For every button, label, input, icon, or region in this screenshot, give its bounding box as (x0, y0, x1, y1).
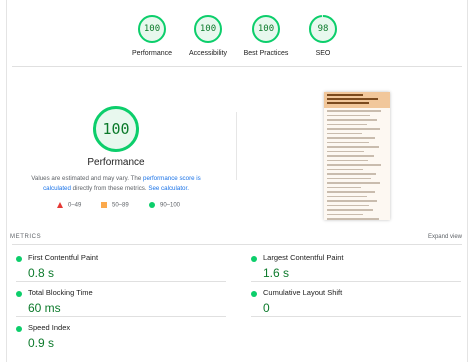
legend-fail-label: 0–49 (68, 202, 82, 209)
expand-view-button[interactable]: Expand view (428, 234, 462, 240)
pass-circle-icon (251, 256, 257, 262)
calculator-link[interactable]: See calculator. (148, 185, 189, 192)
performance-big-gauge: 100 (92, 105, 140, 153)
metric-rule (16, 281, 226, 282)
seo-gauge: 98 (308, 14, 338, 44)
thumbnail-header (324, 92, 390, 108)
gauge-score: 98 (317, 24, 329, 34)
score-disclaimer: Values are estimated and may vary. The p… (22, 174, 210, 194)
legend-average: 50–89 (101, 202, 129, 209)
summary-seo[interactable]: 98 SEO (286, 14, 360, 57)
performance-gauge: 100 (137, 14, 167, 44)
gauge-score: 100 (199, 24, 217, 34)
metric-rule (251, 281, 461, 282)
performance-title: Performance (87, 157, 145, 168)
square-icon (101, 202, 107, 208)
metric-label: First Contentful Paint (28, 253, 99, 262)
metric-value: 0 (263, 301, 270, 315)
legend-pass: 90–100 (149, 202, 180, 209)
vertical-separator (236, 112, 237, 180)
metric-label: Speed Index (28, 323, 71, 332)
legend-fail: 0–49 (57, 202, 81, 209)
metrics-rule (12, 244, 462, 245)
metric-value: 60 ms (28, 301, 61, 315)
metric-value: 0.8 s (28, 266, 55, 280)
legend-pass-label: 90–100 (160, 202, 181, 209)
score-summary: 100 Performance 100 Accessibility 100 Be… (0, 0, 474, 66)
gauge-label: SEO (315, 50, 331, 57)
thumbnail-content (324, 108, 390, 220)
metric-value: 0.9 s (28, 336, 55, 350)
metric-rule (16, 316, 226, 317)
pass-circle-icon (251, 291, 257, 297)
metric-rule (251, 316, 461, 317)
pass-circle-icon (16, 256, 22, 262)
pass-circle-icon (16, 326, 22, 332)
page-screenshot-thumbnail[interactable] (324, 92, 390, 220)
gauge-score: 100 (257, 24, 275, 34)
best-practices-gauge: 100 (251, 14, 281, 44)
legend-average-label: 50–89 (112, 202, 129, 209)
disclaimer-text: Values are estimated and may vary. The (31, 175, 143, 182)
performance-score: 100 (102, 120, 130, 138)
metric-value: 1.6 s (263, 266, 290, 280)
circle-icon (149, 202, 155, 208)
summary-divider (12, 66, 462, 67)
metric-label: Total Blocking Time (28, 288, 93, 297)
pass-circle-icon (16, 291, 22, 297)
triangle-icon (57, 202, 63, 208)
gauge-score: 100 (143, 24, 161, 34)
accessibility-gauge: 100 (193, 14, 223, 44)
disclaimer-text: directly from these metrics. (70, 185, 149, 192)
metric-label: Cumulative Layout Shift (263, 288, 343, 297)
metrics-heading: METRICS (10, 234, 42, 240)
metric-label: Largest Contentful Paint (263, 253, 344, 262)
